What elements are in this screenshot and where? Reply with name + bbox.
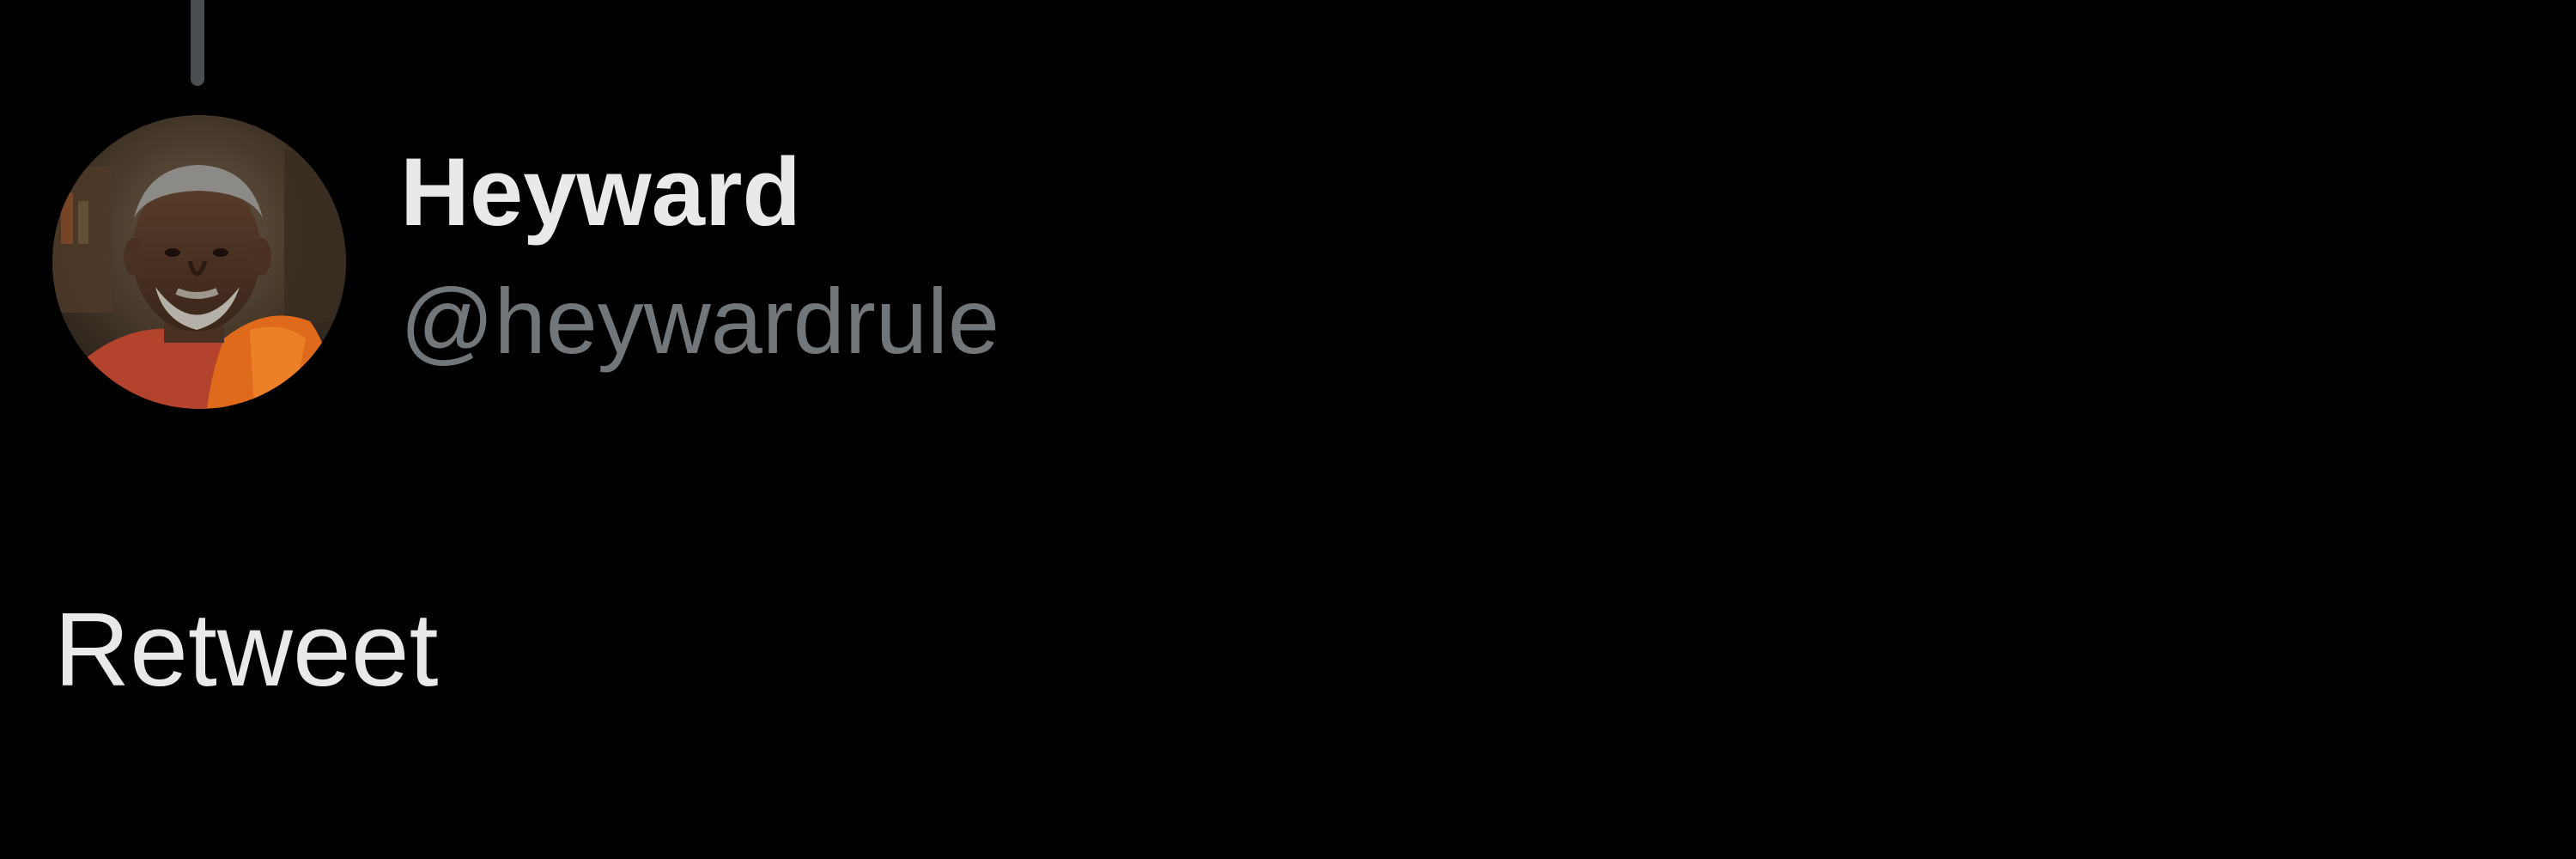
tweet-card: Heyward @heywardrule Retweet — [0, 0, 2576, 859]
author-handle[interactable]: @heywardrule — [400, 275, 999, 368]
profile-photo-icon — [52, 115, 346, 409]
tweet-body-text: Retweet — [54, 591, 439, 708]
author-display-name[interactable]: Heyward — [400, 144, 801, 241]
thread-connector-line — [191, 0, 204, 86]
author-avatar[interactable] — [52, 115, 346, 409]
